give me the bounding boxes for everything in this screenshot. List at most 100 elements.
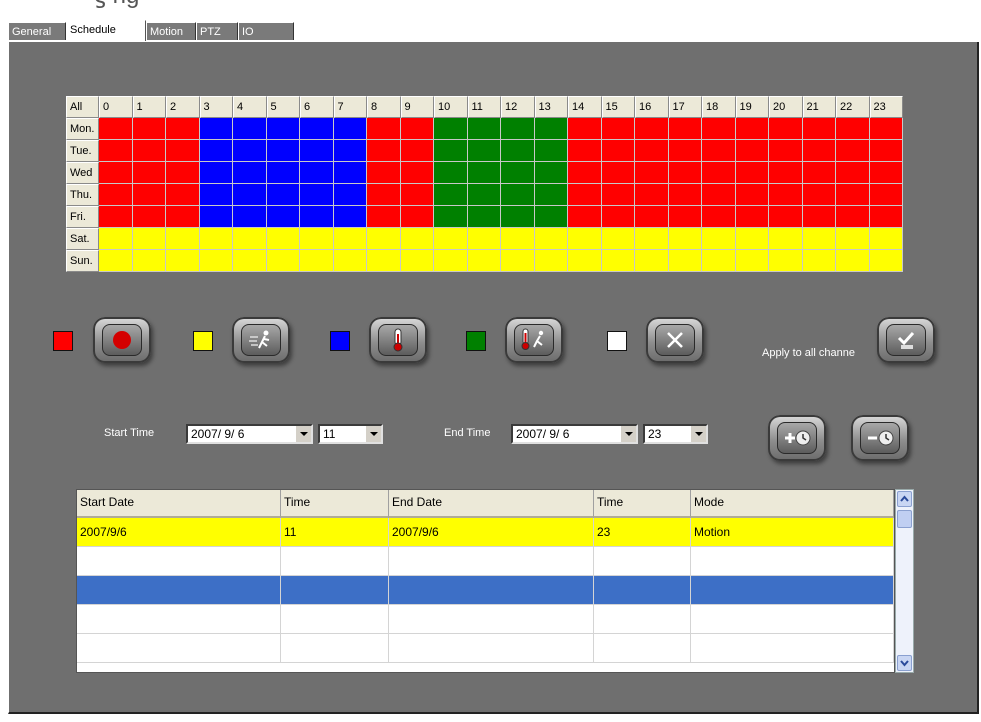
schedule-cell[interactable]: [132, 228, 166, 250]
table-row[interactable]: [77, 605, 894, 634]
schedule-cell[interactable]: [199, 250, 233, 272]
hour-header[interactable]: 9: [400, 96, 434, 118]
table-row[interactable]: 2007/9/6 11 2007/9/6 23 Motion: [77, 518, 894, 547]
schedule-cell[interactable]: [400, 162, 434, 184]
schedule-cell[interactable]: [233, 250, 267, 272]
schedule-cell[interactable]: [132, 184, 166, 206]
chevron-down-icon[interactable]: [690, 426, 706, 442]
schedule-cell[interactable]: [568, 118, 602, 140]
scroll-down-button[interactable]: [897, 655, 912, 671]
schedule-cell[interactable]: [333, 118, 367, 140]
schedule-cell[interactable]: [434, 118, 468, 140]
column-header-start-time[interactable]: Time: [281, 490, 389, 518]
schedule-cell[interactable]: [702, 228, 736, 250]
schedule-cell[interactable]: [367, 140, 401, 162]
schedule-cell[interactable]: [635, 184, 669, 206]
remove-schedule-button[interactable]: [851, 415, 909, 461]
schedule-cell[interactable]: [869, 228, 903, 250]
schedule-cell[interactable]: [467, 140, 501, 162]
schedule-cell[interactable]: [534, 140, 568, 162]
hour-header[interactable]: 6: [300, 96, 334, 118]
schedule-cell[interactable]: [367, 228, 401, 250]
schedule-cell[interactable]: [501, 140, 535, 162]
schedule-cell[interactable]: [668, 162, 702, 184]
schedule-cell[interactable]: [836, 162, 870, 184]
schedule-cell[interactable]: [199, 140, 233, 162]
schedule-cell[interactable]: [501, 184, 535, 206]
day-header[interactable]: Thu.: [66, 184, 99, 206]
column-header-end-date[interactable]: End Date: [389, 490, 594, 518]
schedule-cell[interactable]: [400, 206, 434, 228]
scroll-thumb[interactable]: [897, 510, 912, 528]
schedule-cell[interactable]: [467, 250, 501, 272]
schedule-cell[interactable]: [300, 228, 334, 250]
hour-header[interactable]: 17: [668, 96, 702, 118]
schedule-cell[interactable]: [434, 250, 468, 272]
schedule-cell[interactable]: [300, 162, 334, 184]
schedule-cell[interactable]: [668, 118, 702, 140]
schedule-cell[interactable]: [668, 250, 702, 272]
hour-header[interactable]: 16: [635, 96, 669, 118]
schedule-cell[interactable]: [233, 118, 267, 140]
schedule-cell[interactable]: [635, 206, 669, 228]
schedule-cell[interactable]: [99, 162, 133, 184]
schedule-cell[interactable]: [300, 184, 334, 206]
end-date-select[interactable]: 2007/ 9/ 6: [511, 424, 638, 444]
hour-header[interactable]: 21: [802, 96, 836, 118]
schedule-cell[interactable]: [333, 250, 367, 272]
schedule-cell[interactable]: [869, 184, 903, 206]
hour-header[interactable]: 0: [99, 96, 133, 118]
day-header[interactable]: Mon.: [66, 118, 99, 140]
schedule-cell[interactable]: [601, 250, 635, 272]
schedule-cell[interactable]: [702, 140, 736, 162]
schedule-cell[interactable]: [802, 228, 836, 250]
schedule-cell[interactable]: [869, 140, 903, 162]
schedule-cell[interactable]: [568, 162, 602, 184]
schedule-cell[interactable]: [99, 140, 133, 162]
schedule-cell[interactable]: [769, 140, 803, 162]
scroll-up-button[interactable]: [897, 491, 912, 507]
schedule-cell[interactable]: [635, 140, 669, 162]
end-hour-select[interactable]: 23: [643, 424, 708, 444]
add-schedule-button[interactable]: [768, 415, 826, 461]
day-header[interactable]: Wed: [66, 162, 99, 184]
schedule-cell[interactable]: [266, 228, 300, 250]
schedule-cell[interactable]: [266, 206, 300, 228]
schedule-cell[interactable]: [467, 228, 501, 250]
schedule-cell[interactable]: [367, 250, 401, 272]
column-header-mode[interactable]: Mode: [691, 490, 894, 518]
schedule-cell[interactable]: [501, 228, 535, 250]
chevron-down-icon[interactable]: [620, 426, 636, 442]
schedule-cell[interactable]: [300, 118, 334, 140]
schedule-cell[interactable]: [233, 228, 267, 250]
day-header[interactable]: Tue.: [66, 140, 99, 162]
schedule-cell[interactable]: [735, 140, 769, 162]
record-button[interactable]: [93, 317, 151, 363]
schedule-cell[interactable]: [99, 250, 133, 272]
schedule-cell[interactable]: [702, 206, 736, 228]
schedule-cell[interactable]: [132, 140, 166, 162]
schedule-cell[interactable]: [266, 162, 300, 184]
schedule-cell[interactable]: [735, 118, 769, 140]
schedule-cell[interactable]: [702, 250, 736, 272]
tab-motion[interactable]: Motion: [146, 22, 196, 40]
schedule-cell[interactable]: [333, 184, 367, 206]
schedule-cell[interactable]: [668, 140, 702, 162]
hour-header[interactable]: 7: [333, 96, 367, 118]
schedule-cell[interactable]: [702, 162, 736, 184]
schedule-cell[interactable]: [266, 140, 300, 162]
schedule-cell[interactable]: [534, 206, 568, 228]
hour-header[interactable]: 14: [568, 96, 602, 118]
table-row[interactable]: [77, 547, 894, 576]
schedule-cell[interactable]: [836, 206, 870, 228]
schedule-cell[interactable]: [769, 206, 803, 228]
schedule-cell[interactable]: [467, 118, 501, 140]
schedule-cell[interactable]: [534, 228, 568, 250]
schedule-cell[interactable]: [534, 118, 568, 140]
schedule-cell[interactable]: [869, 118, 903, 140]
schedule-cell[interactable]: [132, 206, 166, 228]
schedule-cell[interactable]: [367, 184, 401, 206]
schedule-cell[interactable]: [333, 206, 367, 228]
schedule-cell[interactable]: [367, 206, 401, 228]
clear-button[interactable]: [646, 317, 704, 363]
